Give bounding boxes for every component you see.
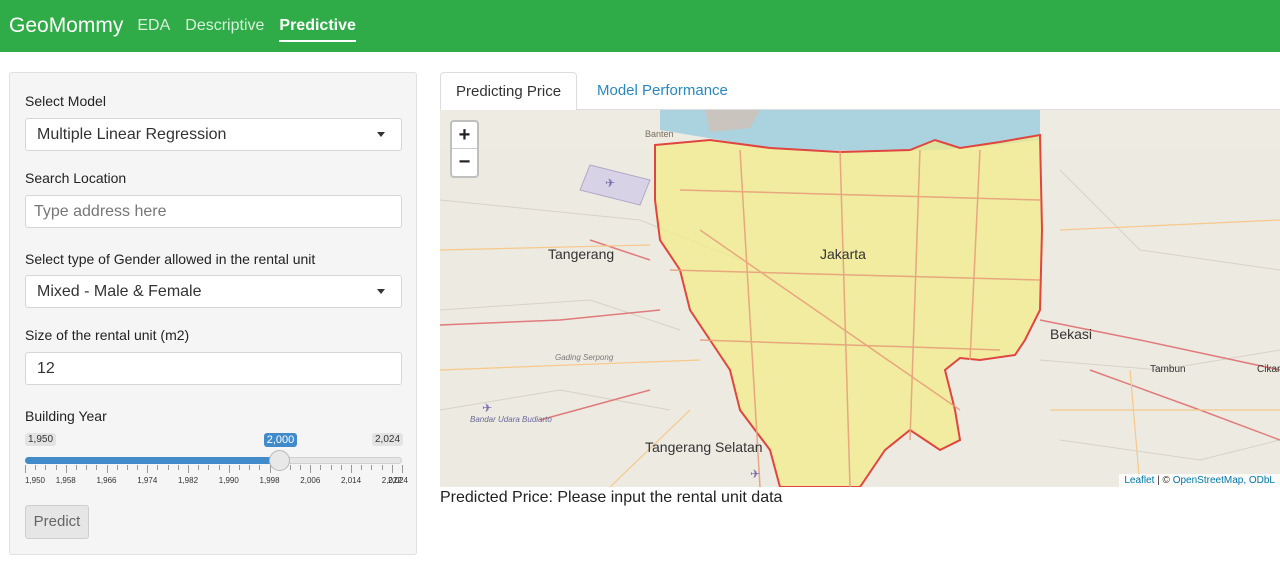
slider-tick — [167, 465, 169, 470]
chevron-down-icon — [377, 132, 385, 137]
slider-grid-label: 1,974 — [137, 476, 158, 485]
slider-tick — [340, 465, 342, 470]
gender-select-value: Mixed - Male & Female — [37, 283, 202, 300]
slider-tick — [35, 465, 37, 470]
slider-tick — [86, 465, 88, 470]
slider-major-tick — [391, 465, 393, 473]
place-label: Jakarta — [820, 246, 866, 262]
slider-grid-label: 1,998 — [259, 476, 280, 485]
brand-title[interactable]: GeoMommy — [9, 14, 123, 38]
slider-tick — [259, 465, 261, 470]
slider-major-tick — [25, 465, 26, 473]
leaflet-link[interactable]: Leaflet — [1124, 475, 1154, 486]
place-label: Tambun — [1150, 364, 1186, 375]
airport-icon: ✈ — [482, 401, 492, 415]
slider-grid-label: 1,958 — [55, 476, 76, 485]
slider-grid-label: 2,006 — [300, 476, 321, 485]
slider-grid-labels: 1,950 1,958 1,966 1,974 1,982 1,990 1,998 2,006… — [24, 476, 408, 488]
slider-min-label: 1,950 — [25, 433, 57, 446]
slider-tick — [249, 465, 251, 470]
slider-tick — [361, 465, 363, 470]
slider-tick — [381, 465, 383, 470]
place-label: Tangerang Selatan — [645, 439, 763, 455]
slider-tick — [177, 465, 179, 470]
osm-link[interactable]: OpenStreetMap, ODbL — [1173, 475, 1275, 486]
airport-icon: ✈ — [750, 467, 760, 481]
place-label: Cikarang — [1257, 364, 1280, 375]
slider-tick — [289, 465, 291, 470]
slider-value-label: 2,000 — [263, 433, 298, 447]
slider-grid-label: 1,990 — [218, 476, 239, 485]
zoom-in-button[interactable]: + — [452, 122, 477, 149]
place-label: Gading Serpong — [555, 353, 614, 362]
slider-tick — [45, 465, 47, 470]
slider-tick — [371, 465, 373, 470]
slider-tick — [330, 465, 332, 470]
zoom-control: + − — [450, 120, 479, 178]
slider-fill — [25, 457, 280, 464]
slider-major-tick — [310, 465, 312, 473]
slider-tick — [75, 465, 77, 470]
airport-icon: ✈ — [605, 176, 615, 190]
map-view[interactable]: Banten Tangerang Jakarta Bekasi Gading S… — [440, 110, 1280, 487]
slider-tick — [116, 465, 118, 470]
slider-grid-label: 2,024 — [387, 476, 409, 485]
slider-tick — [238, 465, 240, 470]
slider-max-label: 2,024 — [372, 433, 404, 446]
gender-label: Select type of Gender allowed in the ren… — [25, 251, 316, 267]
predicted-price-text: Predicted Price: Please input the rental… — [440, 489, 783, 506]
zoom-out-button[interactable]: − — [452, 149, 477, 176]
slider-grid-label: 1,966 — [96, 476, 117, 485]
size-label: Size of the rental unit (m2) — [25, 327, 190, 343]
tab-bar: Predicting Price Model Performance — [440, 72, 1280, 111]
year-label: Building Year — [25, 408, 107, 424]
slider-tick — [126, 465, 128, 470]
slider-tick — [55, 465, 57, 470]
navbar: GeoMommy EDA Descriptive Predictive — [0, 0, 1280, 52]
slider-grid-label: 2,014 — [341, 476, 362, 485]
place-label: Tangerang — [548, 246, 614, 262]
predict-button[interactable]: Predict — [25, 505, 89, 539]
nav-descriptive[interactable]: Descriptive — [185, 0, 264, 52]
map-attribution: Leaflet | © OpenStreetMap, ODbL — [1119, 474, 1280, 487]
model-label: Select Model — [25, 93, 106, 109]
model-select-value: Multiple Linear Regression — [37, 126, 227, 143]
slider-major-tick — [228, 465, 230, 473]
sidebar-panel: Select Model Multiple Linear Regression … — [9, 72, 417, 555]
slider-grid-label: 1,982 — [178, 476, 199, 485]
location-label: Search Location — [25, 170, 127, 186]
slider-tick — [300, 465, 302, 470]
chevron-down-icon — [377, 289, 385, 294]
slider-tick — [96, 465, 98, 470]
slider-tick — [218, 465, 220, 470]
slider-major-tick — [147, 465, 149, 473]
slider-handle[interactable] — [268, 450, 290, 471]
tab-model-performance[interactable]: Model Performance — [582, 72, 743, 110]
slider-major-tick — [106, 465, 108, 473]
model-select[interactable]: Multiple Linear Regression — [25, 118, 402, 151]
slider-major-tick — [65, 465, 67, 473]
size-input[interactable]: 12 — [25, 352, 402, 385]
slider-grid-label: 1,950 — [24, 476, 46, 485]
slider-tick — [320, 465, 322, 470]
slider-tick — [157, 465, 159, 470]
place-label: Bekasi — [1050, 326, 1092, 342]
attribution-separator: | © — [1154, 475, 1173, 486]
slider-major-tick — [402, 465, 403, 473]
nav-eda[interactable]: EDA — [137, 0, 170, 52]
place-label: Banten — [645, 129, 674, 139]
location-search-input[interactable]: Type address here — [25, 195, 402, 228]
map-tiles: Banten Tangerang Jakarta Bekasi Gading S… — [440, 110, 1280, 487]
slider-tick — [208, 465, 210, 470]
slider-major-tick — [188, 465, 190, 473]
tab-predicting-price[interactable]: Predicting Price — [440, 72, 578, 111]
slider-tick — [198, 465, 200, 470]
slider-major-tick — [351, 465, 353, 473]
nav-predictive[interactable]: Predictive — [279, 0, 357, 52]
slider-tick — [137, 465, 139, 470]
place-label: Bandar Udara Budiarto — [470, 415, 552, 424]
gender-select[interactable]: Mixed - Male & Female — [25, 275, 402, 308]
